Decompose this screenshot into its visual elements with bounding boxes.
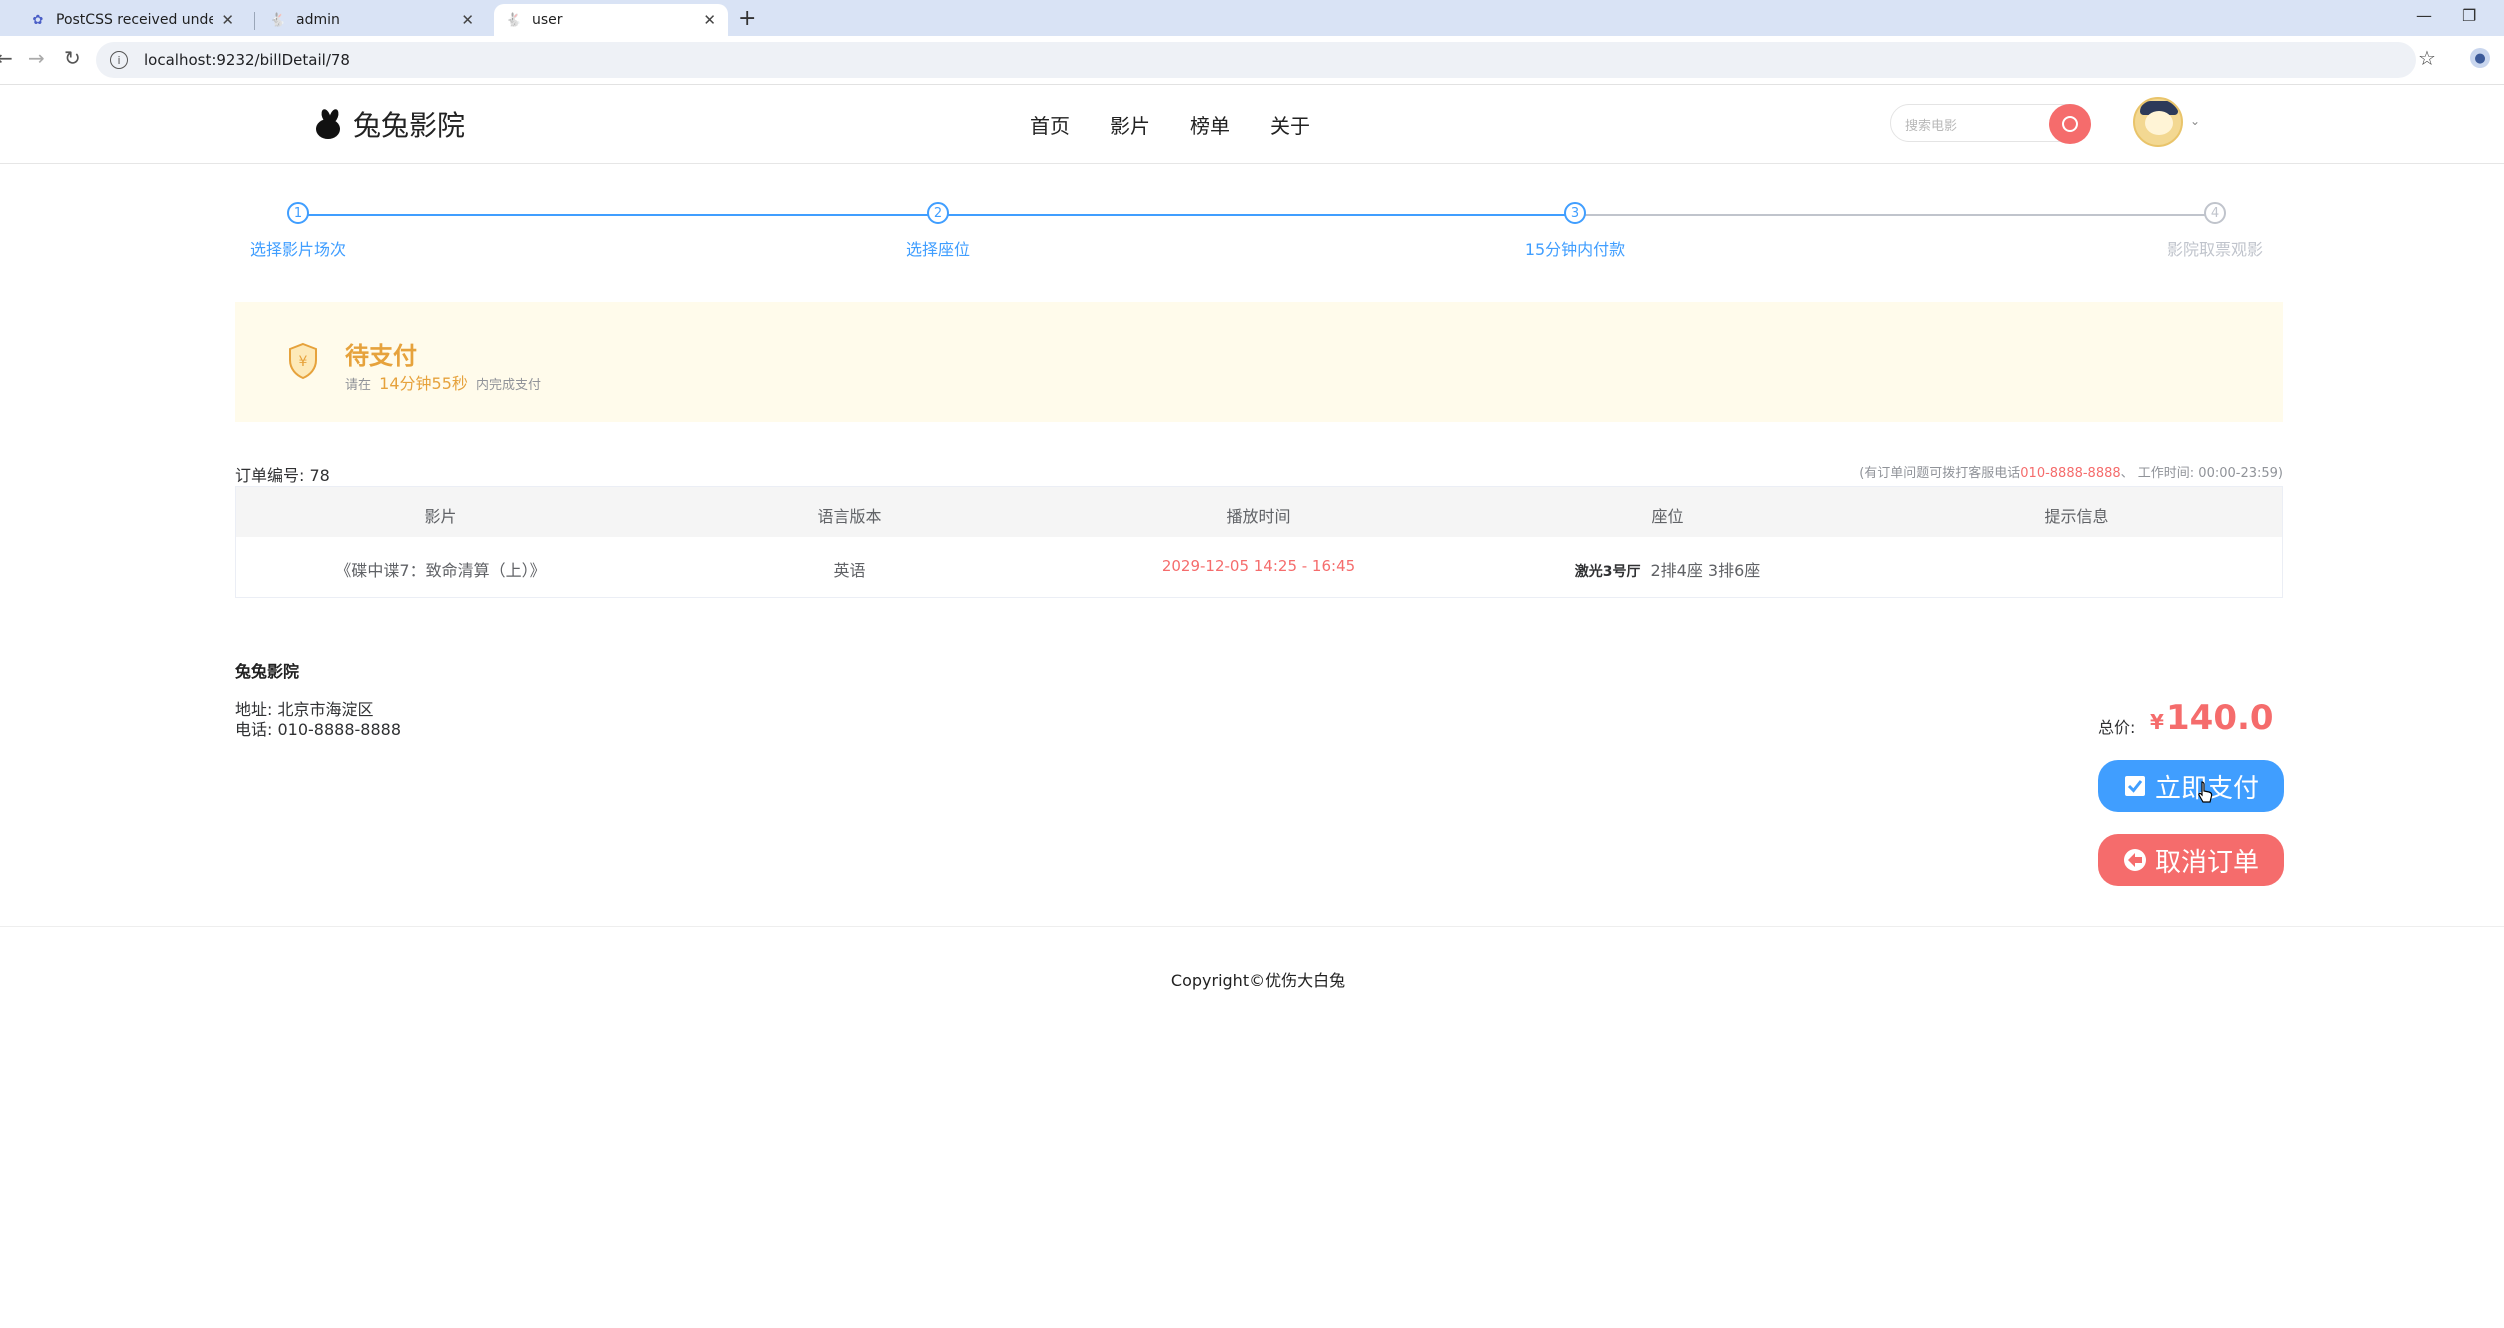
profile-icon[interactable]: ● xyxy=(2470,48,2490,68)
browser-tab-title: admin xyxy=(296,12,340,28)
logo-text: 兔兔影院 xyxy=(353,109,466,142)
nav-about[interactable]: 关于 xyxy=(1270,110,1310,139)
step-1-dot: 1 xyxy=(287,202,309,224)
close-icon[interactable]: ✕ xyxy=(703,11,716,29)
movie-title: 《碟中谍7：致命清算（上）》 xyxy=(335,561,546,580)
address-bar: ← → ↻ i localhost:9232/billDetail/78 ☆ ● xyxy=(0,36,2504,85)
rabbit-icon: 🐇 xyxy=(269,12,287,28)
hotline-suffix: 、 工作时间: 00:00-23:59) xyxy=(2120,466,2283,481)
minimize-icon[interactable]: — xyxy=(2416,6,2432,25)
support-hotline: (有订单问题可拨打客服电话010-8888-8888、 工作时间: 00:00-… xyxy=(1859,462,2283,481)
search-button[interactable] xyxy=(2049,104,2091,144)
svg-text:¥: ¥ xyxy=(299,354,308,370)
cancel-order-label: 取消订单 xyxy=(2154,847,2259,878)
rabbit-icon: 🐇 xyxy=(505,12,523,28)
url-field[interactable]: i localhost:9232/billDetail/78 xyxy=(96,42,2416,78)
column-header: 播放时间 xyxy=(1226,507,1291,526)
nav-movies[interactable]: 影片 xyxy=(1110,110,1150,139)
status-sub-prefix: 请在 xyxy=(345,378,372,393)
seat-list: 2排4座 3排6座 xyxy=(1650,561,1761,580)
browser-tab-strip: ✿ PostCSS received undefined i ✕ 🐇 admin… xyxy=(0,0,2504,36)
column-header: 影片 xyxy=(424,507,457,526)
show-time: 2029-12-05 14:25 - 16:45 xyxy=(1161,557,1356,575)
status-subtitle: 请在 14分钟55秒 内完成支付 xyxy=(345,370,541,394)
step-2-label: 选择座位 xyxy=(905,240,971,259)
total-label: 总价: xyxy=(2098,718,2136,737)
status-sub-suffix: 内完成支付 xyxy=(476,378,542,393)
total-price: 140.0 xyxy=(2166,698,2274,738)
new-tab-button[interactable]: + xyxy=(738,6,756,31)
step-2-dot: 2 xyxy=(927,202,949,224)
hotline-prefix: (有订单问题可拨打客服电话 xyxy=(1859,466,2021,481)
order-steps: 1 选择影片场次 2 选择座位 3 15分钟内付款 4 影院取票观影 xyxy=(235,200,2295,260)
checkbox-icon xyxy=(2124,776,2145,796)
restore-icon[interactable]: ❐ xyxy=(2462,6,2476,25)
arrow-left-icon xyxy=(2123,849,2146,871)
status-title: 待支付 xyxy=(345,342,417,370)
copyright-text: Copyright©优伤大白兔 xyxy=(1170,971,1346,990)
browser-tab-title: PostCSS received undefined i xyxy=(56,12,214,28)
cancel-order-button[interactable]: 取消订单 xyxy=(2098,834,2284,886)
nav-home[interactable]: 首页 xyxy=(1030,110,1070,139)
browser-tab-admin[interactable]: 🐇 admin ✕ xyxy=(258,4,486,36)
cinema-phone: 电话: 010-8888-8888 xyxy=(235,720,402,739)
currency-symbol: ¥ xyxy=(2150,710,2164,734)
mouse-pointer-icon xyxy=(2198,781,2213,803)
order-table: 影片 语言版本 播放时间 座位 提示信息 《碟中谍7：致命清算（上）》 英语 2… xyxy=(235,486,2283,598)
close-icon[interactable]: ✕ xyxy=(461,11,474,29)
countdown-timer: 14分钟55秒 xyxy=(379,374,468,393)
url-text: localhost:9232/billDetail/78 xyxy=(144,51,350,69)
step-4-dot: 4 xyxy=(2204,202,2226,224)
back-icon[interactable]: ← xyxy=(0,46,13,70)
rabbit-logo-icon xyxy=(313,108,343,139)
site-footer: Copyright©优伤大白兔 xyxy=(0,926,2504,1027)
search-input[interactable]: 搜索电影 xyxy=(1890,104,2091,144)
bookmark-star-icon[interactable]: ☆ xyxy=(2418,46,2436,70)
reload-icon[interactable]: ↻ xyxy=(64,46,81,70)
site-header: 兔兔影院 首页 影片 榜单 关于 搜索电影 ⌄ xyxy=(0,84,2504,164)
avatar[interactable] xyxy=(2133,97,2183,147)
main-nav: 首页 影片 榜单 关于 xyxy=(1030,110,1350,139)
language-version: 英语 xyxy=(833,561,866,580)
site-logo[interactable]: 兔兔影院 xyxy=(313,104,465,144)
shield-yen-icon: ¥ xyxy=(289,342,317,380)
step-3-dot: 3 xyxy=(1564,202,1586,224)
close-icon[interactable]: ✕ xyxy=(221,11,234,29)
search-icon xyxy=(2062,116,2078,132)
seat-info: 激光3号厅 2排4座 3排6座 xyxy=(1463,557,1872,581)
nav-ranking[interactable]: 榜单 xyxy=(1190,110,1230,139)
step-1-label: 选择影片场次 xyxy=(249,240,347,259)
step-4-label: 影院取票观影 xyxy=(2166,240,2264,259)
browser-tab-postcss[interactable]: ✿ PostCSS received undefined i ✕ xyxy=(18,4,246,36)
column-header: 语言版本 xyxy=(817,507,882,526)
column-header: 座位 xyxy=(1651,507,1684,526)
forward-icon[interactable]: → xyxy=(28,46,45,70)
site-info-icon[interactable]: i xyxy=(110,51,128,69)
tab-separator xyxy=(254,12,255,30)
column-header: 提示信息 xyxy=(2044,507,2109,526)
step-line-pending xyxy=(1576,214,2206,216)
vue-icon: ✿ xyxy=(32,12,44,28)
browser-tab-title: user xyxy=(532,12,563,28)
chevron-down-icon[interactable]: ⌄ xyxy=(2190,114,2200,128)
cinema-name: 兔兔影院 xyxy=(235,662,300,681)
table-header: 影片 语言版本 播放时间 座位 提示信息 xyxy=(236,487,2282,537)
hall-name: 激光3号厅 xyxy=(1574,564,1641,580)
step-3-label: 15分钟内付款 xyxy=(1524,240,1626,259)
browser-tab-user[interactable]: 🐇 user ✕ xyxy=(494,4,728,36)
search-placeholder: 搜索电影 xyxy=(1905,119,1958,134)
order-number: 订单编号: 78 xyxy=(235,466,330,485)
hotline-phone: 010-8888-8888 xyxy=(2020,466,2121,481)
payment-status-panel: ¥ 待支付 请在 14分钟55秒 内完成支付 xyxy=(235,302,2283,422)
pay-now-button[interactable]: 立即支付 xyxy=(2098,760,2284,812)
